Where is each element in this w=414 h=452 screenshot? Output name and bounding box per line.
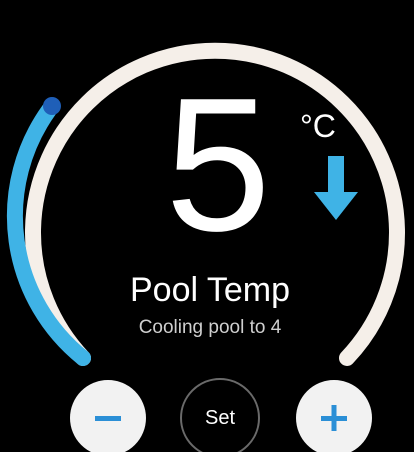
set-button-label: Set (204, 406, 236, 429)
arrow-down-icon (314, 156, 358, 220)
thermostat-screen: 5 °C Pool Temp Cooling pool to 4 Set (0, 0, 414, 452)
plus-icon (321, 405, 347, 431)
decrease-button[interactable] (70, 380, 146, 452)
zone-name: Pool Temp (129, 271, 291, 309)
dial-marker[interactable] (43, 97, 61, 115)
increase-button[interactable] (296, 380, 372, 452)
temperature-unit: °C (300, 108, 336, 144)
current-temperature: 5 (165, 59, 271, 271)
minus-icon (95, 416, 121, 421)
set-button[interactable]: Set (180, 378, 260, 452)
status-text: Cooling pool to 4 (138, 317, 282, 338)
